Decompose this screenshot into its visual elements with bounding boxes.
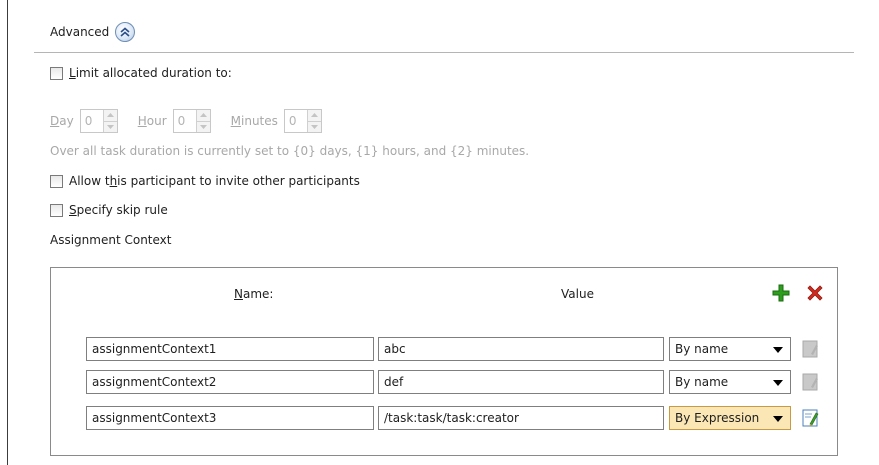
skip-rule-label: Specify skip rule bbox=[69, 203, 168, 217]
name-column-header: Name: bbox=[234, 287, 274, 301]
red-x-icon bbox=[807, 285, 823, 301]
invite-participants-option: Allow this participant to invite other p… bbox=[50, 171, 360, 191]
limit-duration-checkbox[interactable] bbox=[50, 66, 63, 80]
context-value-input[interactable]: /task:task/task:creator bbox=[378, 406, 664, 430]
hour-decrement-button[interactable] bbox=[196, 121, 210, 132]
collapse-advanced-button[interactable] bbox=[115, 22, 136, 42]
add-row-button[interactable] bbox=[772, 284, 790, 302]
green-plus-icon bbox=[772, 284, 790, 302]
duration-inputs: Day 0 Hour 0 Minutes 0 bbox=[50, 108, 342, 134]
hour-spinner[interactable]: 0 bbox=[172, 109, 211, 133]
minutes-spinner[interactable]: 0 bbox=[283, 109, 322, 133]
day-value: 0 bbox=[84, 114, 93, 128]
edit-expression-icon[interactable] bbox=[802, 409, 819, 427]
dropdown-arrow-icon bbox=[773, 347, 783, 353]
edit-disabled-icon bbox=[802, 373, 818, 391]
duration-note: Over all task duration is currently set … bbox=[50, 144, 530, 158]
skip-rule-option: Specify skip rule bbox=[50, 200, 168, 220]
assignment-context-label: Assignment Context bbox=[50, 233, 172, 247]
advanced-label: Advanced bbox=[50, 25, 110, 39]
day-label: Day bbox=[50, 114, 74, 128]
dropdown-arrow-icon bbox=[773, 416, 783, 422]
context-name-input[interactable]: assignmentContext2 bbox=[86, 370, 374, 394]
context-value-input[interactable]: def bbox=[378, 370, 664, 394]
triangle-up-icon bbox=[199, 113, 207, 118]
window-left-edge bbox=[7, 0, 8, 465]
context-type-select[interactable]: By name bbox=[669, 370, 791, 394]
context-type-value: By Expression bbox=[675, 411, 760, 425]
triangle-down-icon bbox=[199, 124, 207, 129]
triangle-up-icon bbox=[310, 113, 318, 118]
skip-rule-checkbox[interactable] bbox=[50, 203, 63, 217]
double-chevron-up-icon bbox=[120, 27, 130, 37]
hour-increment-button[interactable] bbox=[196, 110, 210, 122]
hour-label: Hour bbox=[137, 114, 167, 128]
limit-duration-option: Limit allocated duration to: bbox=[50, 63, 232, 83]
context-type-value: By name bbox=[675, 375, 729, 389]
dropdown-arrow-icon bbox=[773, 380, 783, 386]
minutes-label: Minutes bbox=[230, 114, 278, 128]
context-type-select[interactable]: By name bbox=[669, 337, 791, 361]
context-name-input[interactable]: assignmentContext3 bbox=[86, 406, 374, 430]
advanced-section-header: Advanced bbox=[50, 21, 136, 43]
day-spinner[interactable]: 0 bbox=[79, 109, 118, 133]
day-decrement-button[interactable] bbox=[103, 121, 117, 132]
minutes-value: 0 bbox=[288, 114, 297, 128]
triangle-down-icon bbox=[310, 124, 318, 129]
invite-participants-checkbox[interactable] bbox=[50, 174, 63, 188]
advanced-divider bbox=[34, 52, 854, 53]
minutes-decrement-button[interactable] bbox=[307, 121, 321, 132]
day-increment-button[interactable] bbox=[103, 110, 117, 122]
context-name-input[interactable]: assignmentContext1 bbox=[86, 337, 374, 361]
context-type-select[interactable]: By Expression bbox=[669, 406, 791, 430]
minutes-increment-button[interactable] bbox=[307, 110, 321, 122]
triangle-up-icon bbox=[106, 113, 114, 118]
invite-participants-label: Allow this participant to invite other p… bbox=[69, 174, 360, 188]
context-value-input[interactable]: abc bbox=[378, 337, 664, 361]
hour-value: 0 bbox=[177, 114, 186, 128]
assignment-context-table: Name: Value assignmentContext1 abc By na… bbox=[50, 267, 838, 456]
edit-disabled-icon bbox=[802, 340, 818, 358]
limit-duration-label: Limit allocated duration to: bbox=[69, 66, 232, 80]
context-type-value: By name bbox=[675, 342, 729, 356]
value-column-header: Value bbox=[561, 287, 594, 301]
triangle-down-icon bbox=[106, 124, 114, 129]
delete-row-button[interactable] bbox=[806, 284, 824, 302]
